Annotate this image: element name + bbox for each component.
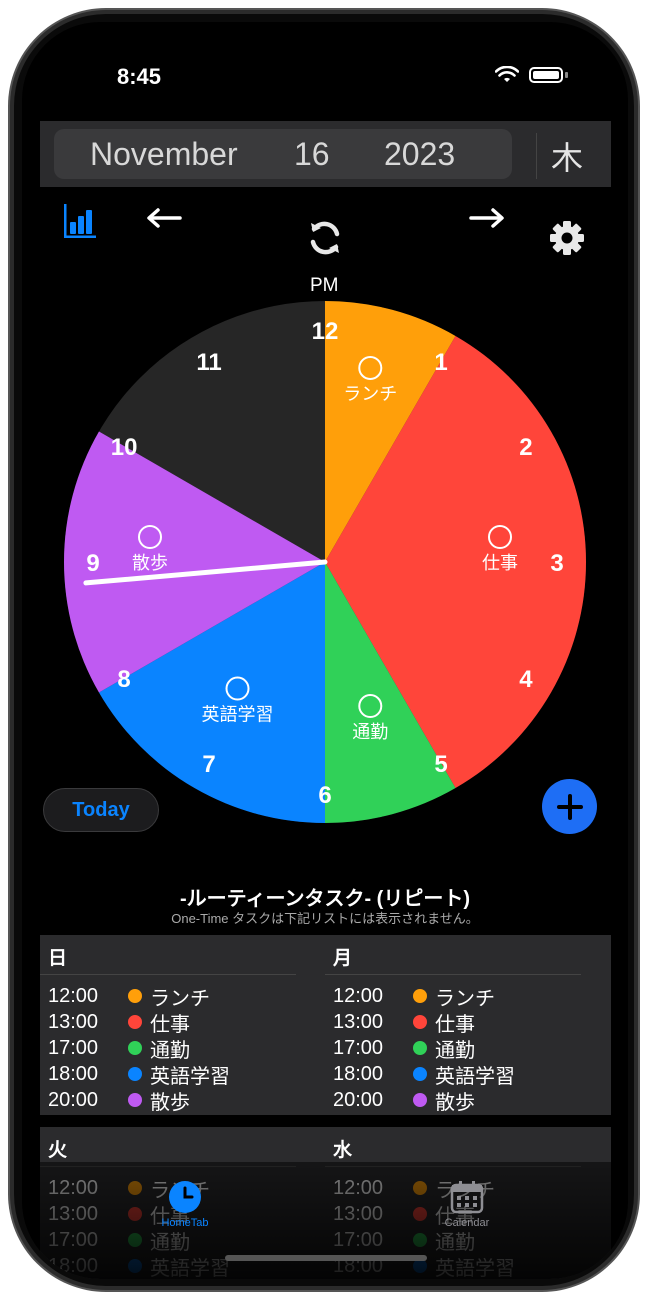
task-time: 12:00 [48, 984, 99, 1007]
arrow-left-icon[interactable] [146, 208, 182, 228]
screen: 8:45 November 16 2023 木 PM ランチ 仕事 通勤 英語学… [22, 22, 628, 1279]
task-color-dot [128, 1015, 142, 1029]
day-header: 月 [325, 935, 581, 975]
arrow-right-icon[interactable] [469, 208, 505, 228]
date-picker-wheel[interactable]: November 16 2023 [54, 129, 512, 179]
hour-label: 10 [111, 434, 138, 461]
power-button[interactable] [634, 390, 640, 535]
day-header: 水 [325, 1127, 581, 1167]
gear-icon[interactable] [548, 219, 586, 257]
status-icons [495, 66, 568, 84]
task-list: 12:00 ランチ 13:00 仕事 17:00 通勤 18:00 英語学習 20:00 散歩 [40, 975, 300, 1114]
task-time: 20:00 [333, 1088, 384, 1111]
day-header: 日 [40, 935, 296, 975]
clock-chart[interactable]: ランチ仕事通勤英語学習散歩121234567891011 [62, 299, 588, 825]
date-month[interactable]: November [90, 136, 238, 173]
task-time: 18:00 [48, 1062, 99, 1085]
calendar-icon [450, 1181, 484, 1214]
battery-icon [529, 67, 563, 83]
period-label: PM [310, 275, 339, 296]
task-color-dot [413, 1015, 427, 1029]
tab-calendar[interactable]: Calendar [432, 1180, 502, 1229]
task-name: 通勤 [435, 1039, 475, 1062]
routine-subtitle: One-Time タスクは下記リストには表示されません。 [171, 911, 479, 926]
date-day[interactable]: 16 [294, 136, 330, 173]
tab-home[interactable]: HomeTab [150, 1180, 220, 1229]
date-year[interactable]: 2023 [384, 136, 455, 173]
battery-tip [565, 72, 568, 78]
task-color-dot [413, 1041, 427, 1055]
day-column-sun: 日 12:00 ランチ 13:00 仕事 17:00 通勤 18:00 英語学習 20:00 散歩 [40, 935, 300, 1114]
task-label: 英語学習 [202, 705, 274, 726]
task-list: 12:00 ランチ 13:00 仕事 17:00 通勤 18:00 英語学習 20:00 散歩 [325, 975, 585, 1114]
refresh-icon[interactable] [305, 218, 345, 258]
hour-label: 7 [202, 751, 215, 778]
task-color-dot [128, 989, 142, 1003]
task-name: 通勤 [150, 1039, 190, 1062]
add-task-button[interactable] [542, 779, 597, 834]
task-time: 20:00 [48, 1088, 99, 1111]
task-label: 通勤 [352, 722, 388, 743]
task-color-dot [413, 1067, 427, 1081]
task-row[interactable]: 12:00 ランチ [325, 983, 585, 1010]
home-indicator [225, 1255, 427, 1261]
hour-label: 4 [519, 666, 533, 693]
task-row[interactable]: 17:00 通勤 [40, 1035, 300, 1062]
hour-label: 12 [312, 318, 339, 345]
task-time: 13:00 [333, 1010, 384, 1033]
task-color-dot [128, 1041, 142, 1055]
task-name: 仕事 [150, 1013, 190, 1036]
hour-label: 6 [318, 782, 331, 809]
task-name: 散歩 [150, 1091, 190, 1114]
task-time: 18:00 [333, 1062, 384, 1085]
date-picker-bar: November 16 2023 木 [40, 121, 611, 187]
task-name: 英語学習 [150, 1065, 230, 1088]
hour-label: 11 [196, 349, 221, 376]
hour-label: 2 [519, 434, 532, 461]
task-row[interactable]: 20:00 散歩 [325, 1087, 585, 1114]
task-time: 13:00 [48, 1010, 99, 1033]
tabbar-background [22, 1162, 628, 1279]
task-time: 17:00 [333, 1036, 384, 1059]
task-row[interactable]: 12:00 ランチ [40, 983, 300, 1010]
hour-label: 3 [550, 550, 563, 577]
task-row[interactable]: 20:00 散歩 [40, 1087, 300, 1114]
task-name: ランチ [435, 987, 495, 1010]
task-color-dot [413, 1093, 427, 1107]
task-color-dot [128, 1093, 142, 1107]
tab-home-label: HomeTab [161, 1217, 209, 1229]
hour-label: 1 [434, 349, 447, 376]
clock-icon [169, 1181, 201, 1213]
task-name: 散歩 [435, 1091, 475, 1114]
task-label: 散歩 [132, 553, 168, 574]
hour-label: 9 [86, 550, 99, 577]
day-header: 火 [40, 1127, 296, 1167]
task-label: 仕事 [482, 553, 518, 574]
task-row[interactable]: 18:00 英語学習 [40, 1061, 300, 1088]
plus-icon [556, 793, 583, 820]
today-button[interactable]: Today [43, 788, 159, 832]
routine-title: -ルーティーンタスク- (リピート) [180, 888, 470, 910]
task-name: ランチ [150, 987, 210, 1010]
day-column-mon: 月 12:00 ランチ 13:00 仕事 17:00 通勤 18:00 英語学習 20:00 散歩 [325, 935, 585, 1114]
wifi-icon [495, 66, 519, 82]
task-color-dot [413, 989, 427, 1003]
chart-icon[interactable] [62, 204, 98, 238]
task-name: 仕事 [435, 1013, 475, 1036]
status-time: 8:45 [117, 64, 162, 89]
task-row[interactable]: 18:00 英語学習 [325, 1061, 585, 1088]
weekday-label: 木 [536, 133, 597, 179]
hour-label: 8 [117, 666, 130, 693]
task-row[interactable]: 17:00 通勤 [325, 1035, 585, 1062]
task-label: ランチ [343, 384, 397, 405]
task-color-dot [128, 1067, 142, 1081]
hour-label: 5 [434, 751, 447, 778]
tab-calendar-label: Calendar [444, 1217, 490, 1229]
task-row[interactable]: 13:00 仕事 [40, 1009, 300, 1036]
task-row[interactable]: 13:00 仕事 [325, 1009, 585, 1036]
task-time: 17:00 [48, 1036, 99, 1059]
task-time: 12:00 [333, 984, 384, 1007]
week-row-1: 日 12:00 ランチ 13:00 仕事 17:00 通勤 18:00 英語学習 20:00 散歩 … [40, 935, 611, 1115]
task-name: 英語学習 [435, 1065, 515, 1088]
